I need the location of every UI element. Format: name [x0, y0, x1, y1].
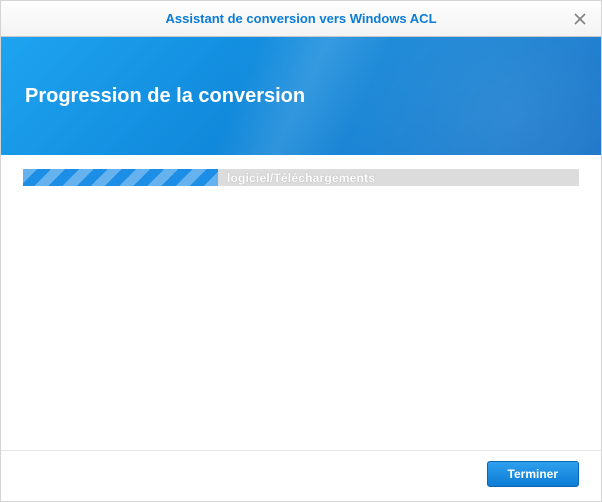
dialog-title: Assistant de conversion vers Windows ACL [165, 11, 436, 26]
banner: Progression de la conversion [1, 37, 601, 155]
progress-label: logiciel/Téléchargements [23, 169, 579, 186]
content-area: logiciel/Téléchargements [1, 155, 601, 450]
acl-conversion-dialog: Assistant de conversion vers Windows ACL… [0, 0, 602, 502]
banner-heading: Progression de la conversion [25, 85, 305, 108]
close-button[interactable] [569, 8, 591, 30]
progress-bar: logiciel/Téléchargements [23, 169, 579, 186]
finish-button[interactable]: Terminer [487, 461, 579, 487]
content-spacer [23, 186, 579, 450]
titlebar: Assistant de conversion vers Windows ACL [1, 1, 601, 37]
footer: Terminer [1, 450, 601, 501]
close-icon [574, 10, 586, 28]
